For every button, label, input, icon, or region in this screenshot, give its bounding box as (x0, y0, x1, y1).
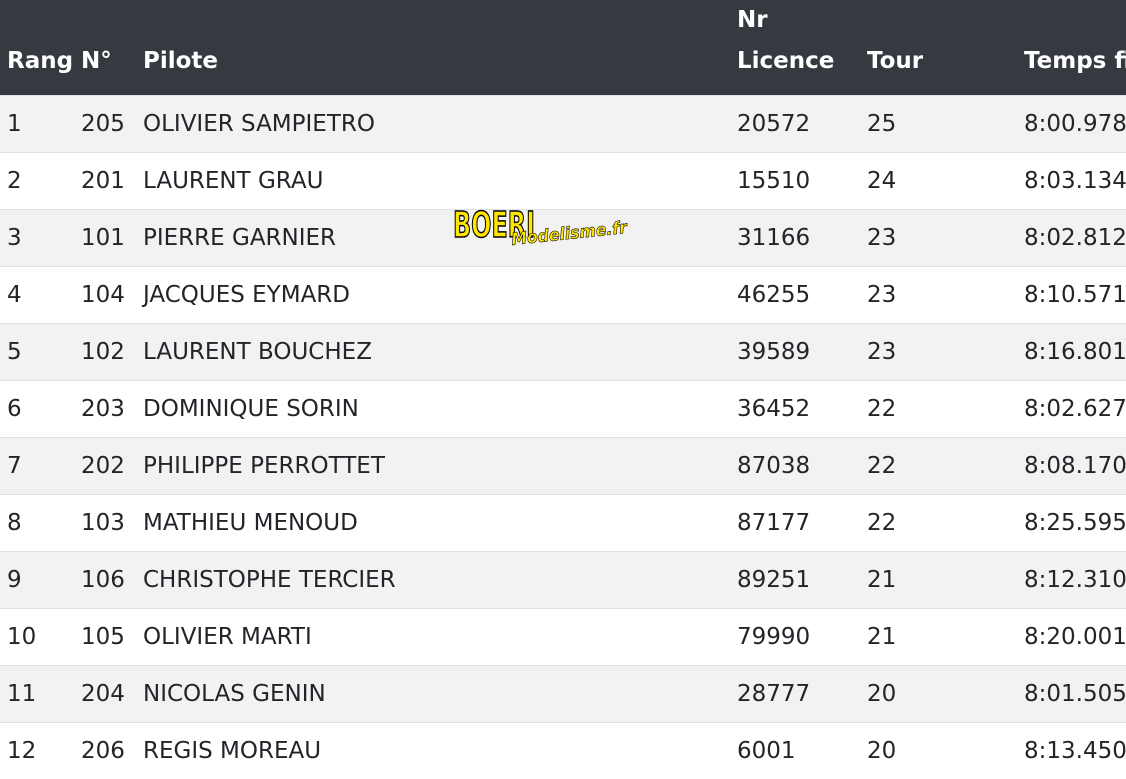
cell-temps: 8:00.978 (1024, 96, 1126, 153)
cell-tour: 22 (867, 381, 1024, 438)
cell-temps: 8:02.627 (1024, 381, 1126, 438)
cell-temps: 8:01.505 (1024, 666, 1126, 723)
cell-tour: 22 (867, 438, 1024, 495)
header-licence-line1: Nr (737, 7, 768, 33)
header-licence[interactable]: Nr Licence (737, 0, 867, 96)
cell-rang: 7 (0, 438, 81, 495)
cell-rang: 5 (0, 324, 81, 381)
cell-tour: 23 (867, 324, 1024, 381)
cell-pilote: LAURENT GRAU (143, 153, 737, 210)
cell-pilote: REGIS MOREAU (143, 723, 737, 779)
cell-number: 201 (81, 153, 143, 210)
cell-rang: 10 (0, 609, 81, 666)
table-row: 10 105 OLIVIER MARTI 79990 21 8:20.001 (0, 609, 1126, 666)
boeri-watermark-logo: BOERI Modelisme.fr (452, 203, 632, 251)
cell-pilote: PHILIPPE PERROTTET (143, 438, 737, 495)
table-row: 1 205 OLIVIER SAMPIETRO 20572 25 8:00.97… (0, 96, 1126, 153)
cell-number: 204 (81, 666, 143, 723)
cell-temps: 8:25.595 (1024, 495, 1126, 552)
cell-tour: 23 (867, 210, 1024, 267)
cell-rang: 2 (0, 153, 81, 210)
cell-number: 205 (81, 96, 143, 153)
table-body: 1 205 OLIVIER SAMPIETRO 20572 25 8:00.97… (0, 96, 1126, 779)
cell-tour: 23 (867, 267, 1024, 324)
cell-temps: 8:12.310 (1024, 552, 1126, 609)
cell-number: 202 (81, 438, 143, 495)
cell-rang: 4 (0, 267, 81, 324)
cell-rang: 11 (0, 666, 81, 723)
table-row: 2 201 LAURENT GRAU 15510 24 8:03.134 (0, 153, 1126, 210)
cell-licence: 87038 (737, 438, 867, 495)
cell-licence: 36452 (737, 381, 867, 438)
table-row: 5 102 LAURENT BOUCHEZ 39589 23 8:16.801 (0, 324, 1126, 381)
cell-licence: 31166 (737, 210, 867, 267)
cell-rang: 3 (0, 210, 81, 267)
cell-pilote: LAURENT BOUCHEZ (143, 324, 737, 381)
cell-rang: 6 (0, 381, 81, 438)
cell-temps: 8:13.450 (1024, 723, 1126, 779)
header-temps[interactable]: Temps fi (1024, 0, 1126, 96)
cell-pilote: DOMINIQUE SORIN (143, 381, 737, 438)
table-row: 12 206 REGIS MOREAU 6001 20 8:13.450 (0, 723, 1126, 779)
cell-tour: 22 (867, 495, 1024, 552)
cell-temps: 8:16.801 (1024, 324, 1126, 381)
cell-temps: 8:02.812 (1024, 210, 1126, 267)
cell-number: 104 (81, 267, 143, 324)
cell-tour: 20 (867, 723, 1024, 779)
cell-temps: 8:03.134 (1024, 153, 1126, 210)
cell-rang: 8 (0, 495, 81, 552)
cell-licence: 46255 (737, 267, 867, 324)
cell-pilote: OLIVIER MARTI (143, 609, 737, 666)
watermark-graphic: BOERI Modelisme.fr (452, 203, 632, 251)
cell-temps: 8:20.001 (1024, 609, 1126, 666)
cell-pilote: NICOLAS GENIN (143, 666, 737, 723)
cell-licence: 15510 (737, 153, 867, 210)
header-licence-line2: Licence (737, 48, 834, 74)
header-rang[interactable]: Rang (0, 0, 81, 96)
cell-number: 203 (81, 381, 143, 438)
cell-licence: 28777 (737, 666, 867, 723)
cell-tour: 20 (867, 666, 1024, 723)
cell-number: 206 (81, 723, 143, 779)
header-number[interactable]: N° (81, 0, 143, 96)
cell-licence: 89251 (737, 552, 867, 609)
cell-tour: 21 (867, 552, 1024, 609)
table-row: 4 104 JACQUES EYMARD 46255 23 8:10.571 (0, 267, 1126, 324)
cell-licence: 87177 (737, 495, 867, 552)
cell-licence: 20572 (737, 96, 867, 153)
table-row: 9 106 CHRISTOPHE TERCIER 89251 21 8:12.3… (0, 552, 1126, 609)
cell-number: 103 (81, 495, 143, 552)
cell-licence: 39589 (737, 324, 867, 381)
cell-pilote: OLIVIER SAMPIETRO (143, 96, 737, 153)
cell-pilote: JACQUES EYMARD (143, 267, 737, 324)
cell-pilote: PIERRE GARNIER (143, 210, 737, 267)
cell-rang: 12 (0, 723, 81, 779)
table-header: Rang N° Pilote Nr Licence Tour Temps fi (0, 0, 1126, 96)
cell-tour: 24 (867, 153, 1024, 210)
cell-tour: 25 (867, 96, 1024, 153)
cell-temps: 8:08.170 (1024, 438, 1126, 495)
cell-rang: 1 (0, 96, 81, 153)
cell-number: 106 (81, 552, 143, 609)
header-pilote[interactable]: Pilote (143, 0, 737, 96)
cell-licence: 79990 (737, 609, 867, 666)
cell-licence: 6001 (737, 723, 867, 779)
table-row: 11 204 NICOLAS GENIN 28777 20 8:01.505 (0, 666, 1126, 723)
header-tour[interactable]: Tour (867, 0, 1024, 96)
header-row: Rang N° Pilote Nr Licence Tour Temps fi (0, 0, 1126, 96)
cell-rang: 9 (0, 552, 81, 609)
cell-number: 105 (81, 609, 143, 666)
cell-number: 102 (81, 324, 143, 381)
cell-pilote: CHRISTOPHE TERCIER (143, 552, 737, 609)
cell-number: 101 (81, 210, 143, 267)
table-row: 7 202 PHILIPPE PERROTTET 87038 22 8:08.1… (0, 438, 1126, 495)
cell-temps: 8:10.571 (1024, 267, 1126, 324)
cell-tour: 21 (867, 609, 1024, 666)
table-row: 6 203 DOMINIQUE SORIN 36452 22 8:02.627 (0, 381, 1126, 438)
cell-pilote: MATHIEU MENOUD (143, 495, 737, 552)
results-table: Rang N° Pilote Nr Licence Tour Temps fi 1… (0, 0, 1126, 779)
table-row: 8 103 MATHIEU MENOUD 87177 22 8:25.595 (0, 495, 1126, 552)
